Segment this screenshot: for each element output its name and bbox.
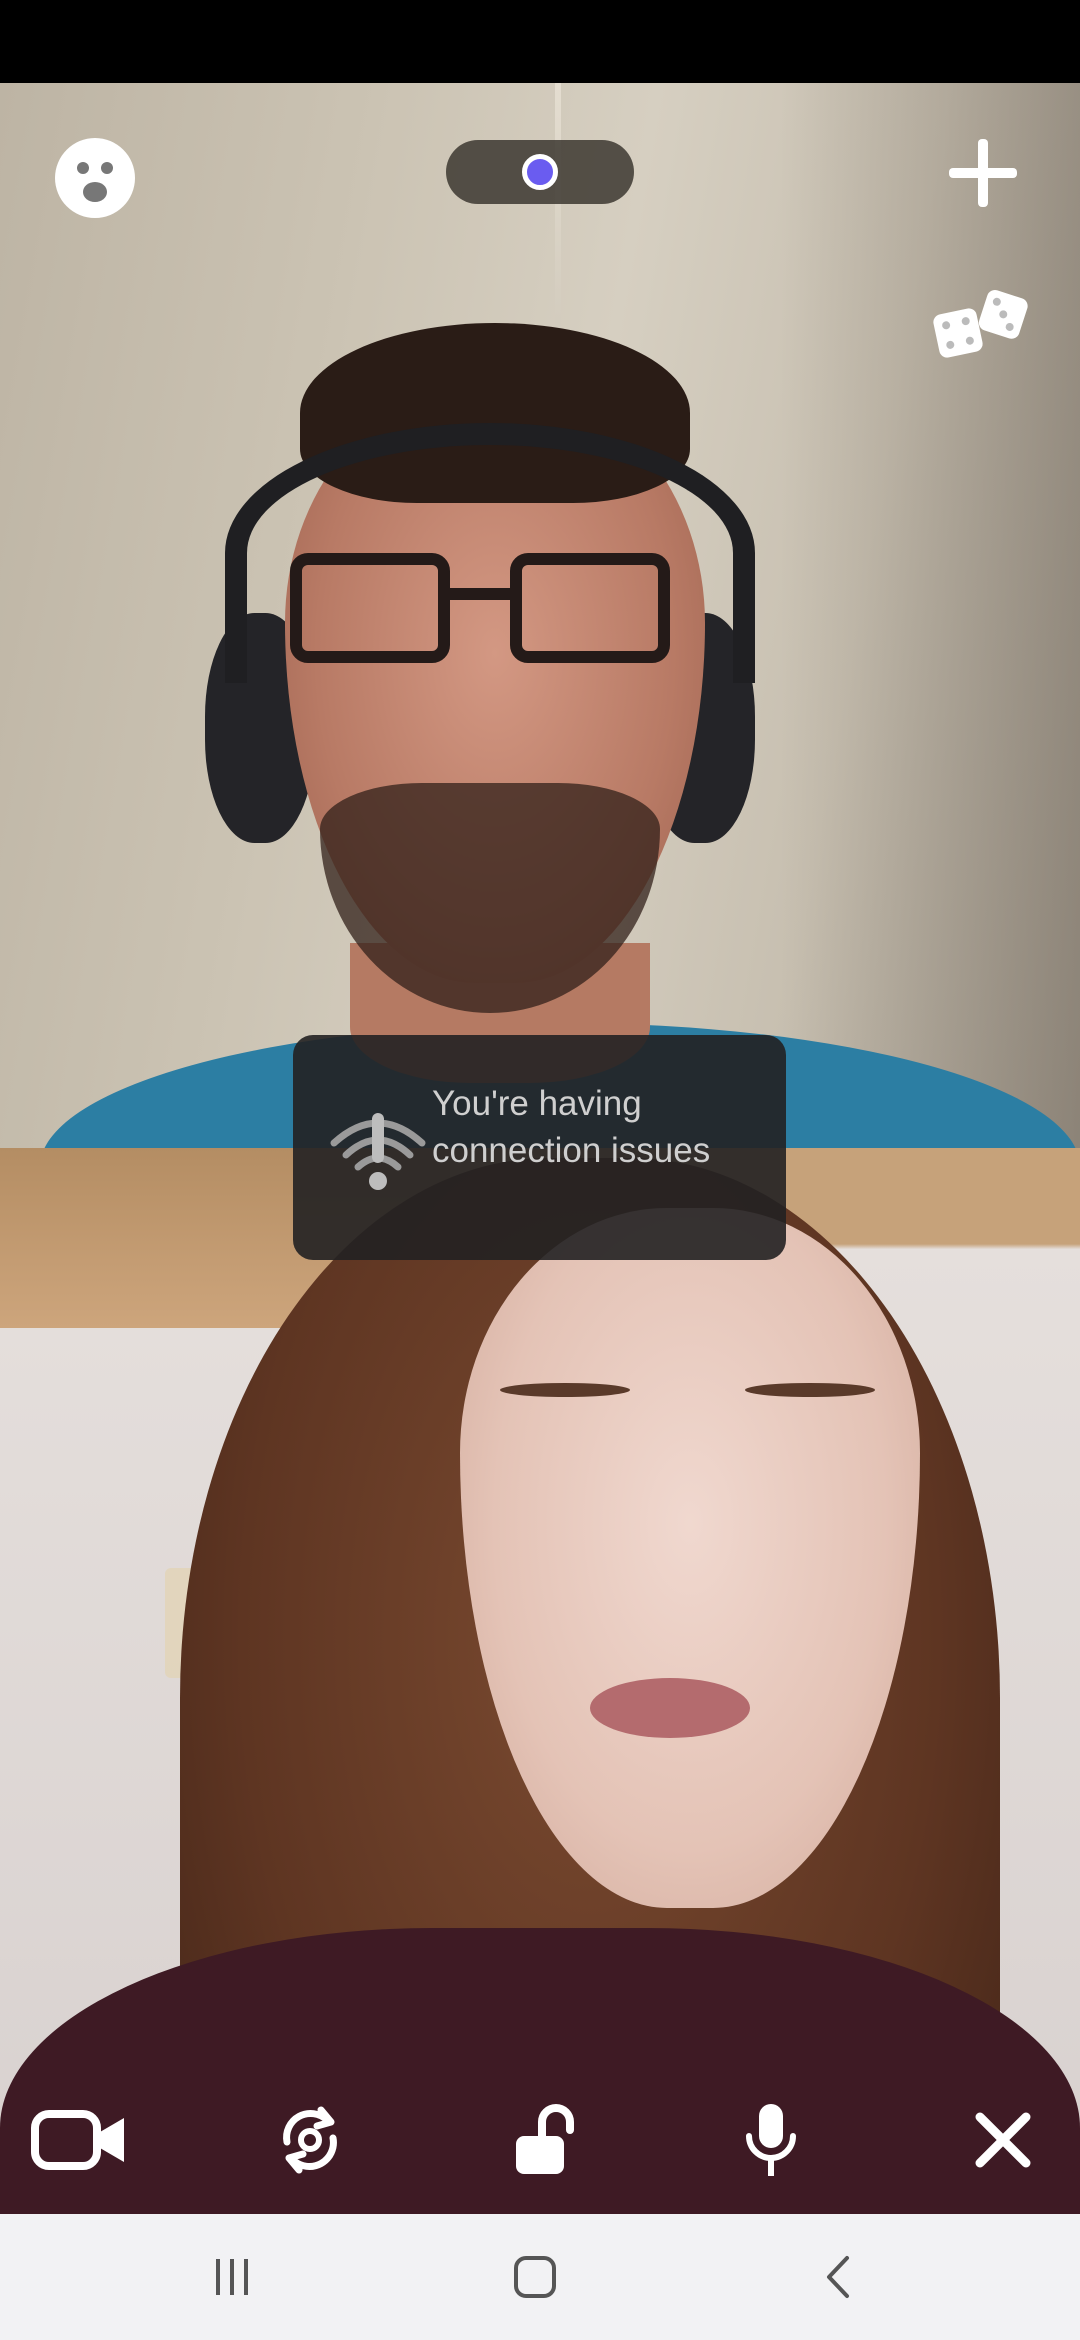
status-bar bbox=[0, 0, 1080, 83]
recording-indicator[interactable] bbox=[446, 140, 634, 204]
back-icon bbox=[827, 2256, 849, 2298]
recent-apps-button[interactable] bbox=[172, 2214, 292, 2340]
emoji-button[interactable] bbox=[55, 138, 135, 218]
video-camera-icon bbox=[31, 2110, 124, 2170]
recent-apps-icon bbox=[216, 2259, 248, 2295]
dice-button[interactable] bbox=[930, 285, 1030, 365]
switch-camera-icon bbox=[283, 2106, 337, 2174]
close-icon bbox=[975, 2112, 1031, 2168]
back-button[interactable] bbox=[778, 2214, 898, 2340]
recording-dot-icon bbox=[522, 154, 558, 190]
call-controls bbox=[0, 2090, 1080, 2190]
emoji-icon bbox=[77, 162, 113, 202]
unlock-icon bbox=[516, 2104, 574, 2174]
home-icon bbox=[514, 2256, 556, 2298]
self-video bbox=[0, 1148, 1080, 2214]
toast-message: You're having connection issues bbox=[432, 1084, 711, 1170]
remote-video bbox=[0, 83, 1080, 1148]
home-button[interactable] bbox=[475, 2214, 595, 2340]
connection-toast: You're having connection issues bbox=[293, 1035, 786, 1260]
end-call-button[interactable] bbox=[970, 2090, 1036, 2190]
wifi-alert-icon bbox=[330, 1113, 426, 1190]
mute-button[interactable] bbox=[738, 2090, 804, 2190]
add-participant-button[interactable] bbox=[945, 135, 1021, 211]
system-nav-bar bbox=[0, 2214, 1080, 2340]
video-toggle-button[interactable] bbox=[28, 2090, 132, 2190]
dice-icon bbox=[933, 289, 1028, 358]
lock-button[interactable] bbox=[506, 2090, 582, 2190]
microphone-icon bbox=[746, 2104, 796, 2176]
switch-camera-button[interactable] bbox=[268, 2090, 352, 2190]
plus-icon bbox=[949, 139, 1017, 207]
